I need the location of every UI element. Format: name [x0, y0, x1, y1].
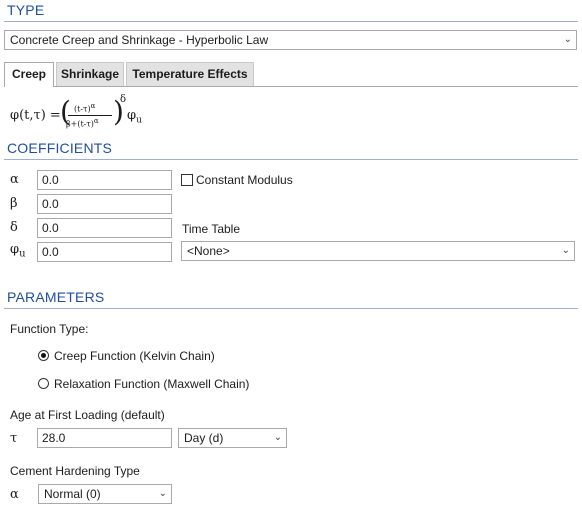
type-divider — [4, 21, 578, 22]
formula-den-exp: α — [93, 117, 99, 125]
tab-shrinkage[interactable]: Shrinkage — [56, 62, 124, 86]
cement-alpha-symbol: α — [10, 487, 19, 502]
formula-numerator: (t-τ)α — [74, 102, 95, 114]
chevron-down-icon: ⌄ — [158, 488, 167, 499]
creep-function-label: Creep Function (Kelvin Chain) — [54, 349, 215, 363]
cement-hardening-label: Cement Hardening Type — [10, 464, 140, 478]
formula-lhs: φ(t,τ) = — [10, 108, 61, 123]
cement-hardening-value: Normal (0) — [44, 487, 101, 501]
formula-outer-exp: δ — [120, 94, 127, 105]
beta-input[interactable]: 0.0 — [37, 194, 172, 214]
parameters-divider — [4, 308, 578, 309]
formula-num-text: (t-τ) — [74, 104, 91, 114]
tau-input[interactable]: 28.0 — [37, 428, 172, 448]
time-table-select-value: <None> — [187, 244, 230, 258]
constant-modulus-label: Constant Modulus — [196, 173, 293, 187]
tab-temperature-effects[interactable]: Temperature Effects — [126, 62, 254, 86]
beta-symbol: β — [10, 196, 18, 211]
phi-u-symbol: φu — [10, 242, 26, 260]
chevron-down-icon: ⌄ — [273, 432, 282, 443]
formula-denominator: β+(t-τ)α — [66, 117, 99, 129]
tau-unit-select[interactable]: Day (d) ⌄ — [178, 428, 287, 448]
type-select-value: Concrete Creep and Shrinkage - Hyperboli… — [10, 33, 269, 47]
coefficients-divider — [4, 159, 578, 160]
tab-creep-label: Creep — [11, 67, 46, 81]
constant-modulus-checkbox[interactable] — [181, 174, 193, 186]
formula-rhs-sub: u — [136, 115, 142, 126]
time-table-select[interactable]: <None> ⌄ — [181, 241, 575, 261]
chevron-down-icon: ⌄ — [563, 34, 572, 45]
formula-rhs: φu — [127, 108, 142, 126]
formula-rhs-symbol: φ — [127, 108, 137, 123]
tab-strip-line — [4, 86, 578, 87]
tab-shrinkage-label: Shrinkage — [60, 67, 120, 81]
phi-subscript: u — [19, 248, 26, 260]
alpha-symbol: α — [10, 172, 19, 187]
formula-num-exp: α — [90, 102, 96, 110]
age-first-loading-label: Age at First Loading (default) — [10, 408, 165, 422]
parameters-title: PARAMETERS — [7, 289, 105, 305]
formula-fraction-bar — [68, 115, 112, 116]
delta-input[interactable]: 0.0 — [37, 218, 172, 238]
cement-hardening-select[interactable]: Normal (0) ⌄ — [38, 484, 172, 504]
tau-unit-value: Day (d) — [184, 431, 224, 445]
time-table-label: Time Table — [182, 222, 241, 236]
relaxation-function-label: Relaxation Function (Maxwell Chain) — [54, 377, 250, 391]
alpha-input[interactable]: 0.0 — [37, 170, 172, 190]
tab-creep[interactable]: Creep — [4, 62, 54, 87]
chevron-down-icon: ⌄ — [561, 245, 570, 256]
tab-temperature-effects-label: Temperature Effects — [132, 67, 248, 81]
tau-symbol: τ — [10, 431, 18, 446]
delta-symbol: δ — [10, 220, 18, 235]
creep-function-radio[interactable] — [38, 350, 49, 361]
phi-symbol: φ — [10, 242, 20, 257]
coefficients-title: COEFFICIENTS — [7, 140, 113, 156]
function-type-label: Function Type: — [10, 322, 89, 336]
phi-u-input[interactable]: 0.0 — [37, 242, 172, 262]
type-select[interactable]: Concrete Creep and Shrinkage - Hyperboli… — [4, 30, 577, 50]
relaxation-function-radio[interactable] — [38, 378, 49, 389]
type-section-title: TYPE — [7, 2, 45, 18]
creep-formula: φ(t,τ) = ( (t-τ)α β+(t-τ)α ) δ φu — [10, 94, 170, 136]
formula-den-text: β+(t-τ) — [66, 119, 94, 129]
